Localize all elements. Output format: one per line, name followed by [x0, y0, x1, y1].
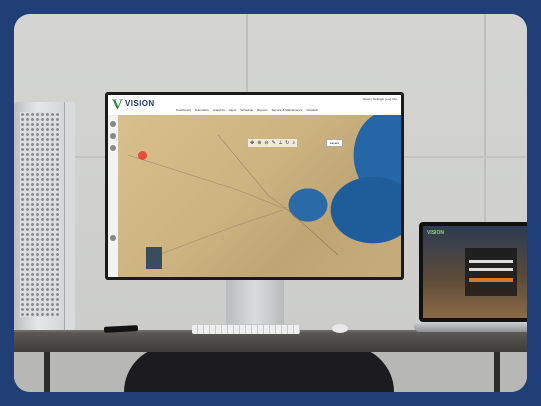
utility-links[interactable]: News | Settings | Log Out: [363, 97, 397, 101]
photo-scene: V VISION News | Settings | Log Out Dashb…: [14, 14, 527, 392]
nav-schedule[interactable]: Schedule: [241, 108, 254, 112]
measure-icon[interactable]: ⟂: [279, 140, 282, 146]
settings-icon[interactable]: [110, 145, 116, 151]
layer-icon[interactable]: [110, 133, 116, 139]
help-icon[interactable]: [110, 235, 116, 241]
tower-grill: [20, 112, 60, 317]
monitor: V VISION News | Settings | Log Out Dashb…: [105, 92, 404, 280]
login-button[interactable]: [469, 278, 513, 282]
outer-frame: V VISION News | Settings | Log Out Dashb…: [0, 0, 541, 406]
monitor-stand: [226, 280, 284, 328]
login-panel: [465, 248, 517, 296]
map-toolbar: ✥ ⊕ ⊖ ✎ ⟂ ↻ ⌕: [248, 139, 298, 147]
draw-icon[interactable]: ✎: [272, 140, 276, 146]
compass-icon[interactable]: [138, 151, 147, 160]
minimap[interactable]: [146, 247, 162, 269]
chair: [124, 346, 394, 392]
username-field[interactable]: [469, 260, 513, 263]
user-icon[interactable]: [110, 121, 116, 127]
logo-name: VISION: [125, 99, 155, 108]
nav-reports[interactable]: Reports: [257, 108, 268, 112]
password-field[interactable]: [469, 268, 513, 271]
laptop: VISION: [419, 222, 527, 322]
app-header: V VISION News | Settings | Log Out Dashb…: [108, 95, 401, 116]
desk-leg: [494, 352, 500, 392]
nav-analytics[interactable]: Analytics: [213, 108, 225, 112]
nav-service[interactable]: Service & Maintenance: [272, 108, 303, 112]
monitor-screen: V VISION News | Settings | Log Out Dashb…: [108, 95, 401, 277]
laptop-logo: VISION: [427, 230, 444, 236]
main-nav: Dashboard Telematics Analytics Alerts Sc…: [176, 108, 318, 112]
pan-icon[interactable]: ✥: [250, 140, 254, 146]
laptop-screen: VISION: [423, 226, 527, 318]
nav-telematics[interactable]: Telematics: [195, 108, 209, 112]
laptop-base: [414, 322, 527, 332]
logo-mark: V: [112, 97, 123, 113]
tower-handle: [64, 102, 75, 332]
desk: [14, 332, 527, 352]
keyboard: [192, 325, 300, 334]
desk-leg: [44, 352, 50, 392]
refresh-icon[interactable]: ↻: [285, 140, 289, 146]
zoom-in-icon[interactable]: ⊕: [257, 140, 261, 146]
satellite-map[interactable]: ✥ ⊕ ⊖ ✎ ⟂ ↻ ⌕ Layers: [118, 115, 401, 277]
mouse: [332, 324, 348, 333]
nav-alerts[interactable]: Alerts: [229, 108, 237, 112]
nav-dispatch[interactable]: Dispatch: [306, 108, 318, 112]
nav-dashboard[interactable]: Dashboard: [176, 108, 191, 112]
computer-tower: [14, 102, 75, 332]
search-icon[interactable]: ⌕: [292, 140, 295, 146]
layers-button[interactable]: Layers: [325, 139, 343, 147]
zoom-out-icon[interactable]: ⊖: [264, 140, 268, 146]
